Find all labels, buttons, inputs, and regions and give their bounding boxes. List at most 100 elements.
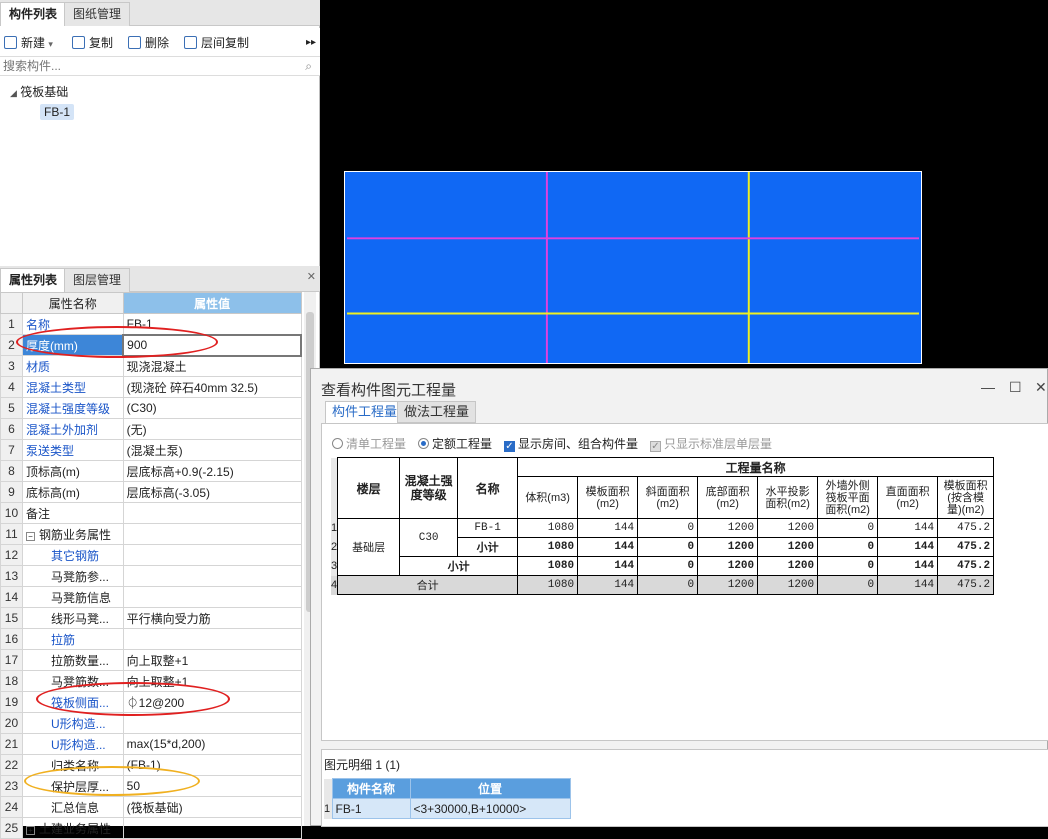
tab-property-list[interactable]: 属性列表 <box>0 268 67 292</box>
table-row[interactable]: 12 其它钢筋 <box>0 544 302 566</box>
expand-icon[interactable]: − <box>25 531 35 541</box>
delete-button[interactable]: 删除 <box>128 34 169 52</box>
property-value[interactable] <box>122 586 302 608</box>
table-row[interactable]: 4 混凝土类型 (现浇砼 碎石40mm 32.5) <box>0 376 302 398</box>
checkbox-show-room[interactable]: ✓ 显示房间、组合构件量 <box>504 435 638 452</box>
table-row[interactable]: 1 基础层 C30 FB-1 1080 144 0 1200 1200 0 144 475.2 <box>331 518 995 576</box>
property-value[interactable] <box>122 817 302 839</box>
search-icon[interactable]: ⌕ <box>305 59 312 74</box>
search-input[interactable] <box>0 57 290 75</box>
table-row[interactable]: 4 合计 1080 144 0 1200 1200 0 144 475.2 <box>331 575 995 595</box>
property-value[interactable] <box>122 628 302 650</box>
tab-component-list[interactable]: 构件列表 <box>0 2 67 26</box>
property-name: − 钢筋业务属性 <box>21 523 124 545</box>
maximize-icon[interactable]: ☐ <box>1009 379 1022 396</box>
header-col-3: 底部面积(m2) <box>697 476 759 519</box>
close-icon[interactable]: ✕ <box>307 270 316 283</box>
cell-value: 1200 <box>697 537 759 557</box>
property-name: 混凝土强度等级 <box>21 397 124 419</box>
cell-value: 144 <box>577 518 639 538</box>
annotation-ellipse-yellow <box>24 766 200 796</box>
row-number: 3 <box>0 355 23 377</box>
row-number: 21 <box>0 733 23 755</box>
component-toolbar: 新建 ▾ 复制 删除 层间复制 ▸▸ <box>0 28 320 56</box>
table-row[interactable]: 10 备注 <box>0 502 302 524</box>
cad-canvas[interactable] <box>344 171 922 364</box>
table-row[interactable]: 14 马凳筋信息 <box>0 586 302 608</box>
table-row[interactable]: 6 混凝土外加剂 (无) <box>0 418 302 440</box>
cell-value: 475.2 <box>937 537 995 557</box>
tab-drawing-management[interactable]: 图纸管理 <box>64 2 131 26</box>
property-value[interactable]: (无) <box>122 418 302 440</box>
property-value[interactable]: 平行横向受力筋 <box>122 607 302 629</box>
tab-layer-management[interactable]: 图层管理 <box>64 268 131 292</box>
copy-icon <box>72 36 85 49</box>
row-number: 14 <box>0 586 23 608</box>
tab-method-quantity[interactable]: 做法工程量 <box>397 401 477 423</box>
property-value[interactable] <box>122 502 302 524</box>
header-property-value: 属性值 <box>122 292 302 314</box>
property-value[interactable]: (C30) <box>122 397 302 419</box>
floor-copy-button[interactable]: 层间复制 <box>184 34 249 52</box>
property-value[interactable]: (筏板基础) <box>122 796 302 818</box>
cell-value: 0 <box>817 537 879 557</box>
table-row[interactable]: 16 拉筋 <box>0 628 302 650</box>
tree-item-fb1[interactable]: FB-1 <box>40 104 75 120</box>
copy-button[interactable]: 复制 <box>72 34 113 52</box>
table-row[interactable]: 17 拉筋数量... 向上取整+1 <box>0 649 302 671</box>
tab-component-quantity[interactable]: 构件工程量 <box>325 401 405 423</box>
row-number: 12 <box>0 544 23 566</box>
cell-value: 0 <box>637 518 699 538</box>
property-name: 混凝土外加剂 <box>21 418 124 440</box>
checkbox-standard-floor[interactable]: ✓ 只显示标准层单层量 <box>650 435 772 452</box>
header-component-name: 构件名称 <box>331 778 411 799</box>
header-property-name: 属性名称 <box>21 292 124 314</box>
property-value[interactable]: 层底标高+0.9(-2.15) <box>122 460 302 482</box>
minimize-icon[interactable]: — <box>981 379 995 395</box>
property-value[interactable]: 层底标高(-3.05) <box>122 481 302 503</box>
radio-quota-quantity[interactable]: 定额工程量 <box>418 435 492 452</box>
table-row[interactable]: 7 泵送类型 (混凝土泵) <box>0 439 302 461</box>
cell-value: 144 <box>877 518 939 538</box>
table-row[interactable]: 3 材质 现浇混凝土 <box>0 355 302 377</box>
cell-value: 144 <box>577 556 639 576</box>
new-button[interactable]: 新建 ▾ <box>4 34 53 52</box>
more-icon[interactable]: ▸▸ <box>306 34 316 52</box>
property-name: + 土建业务属性 <box>21 817 124 839</box>
cell-value: 1080 <box>517 518 579 538</box>
cell-label: 小计 <box>399 556 519 576</box>
property-value[interactable] <box>122 544 302 566</box>
property-value[interactable]: (混凝土泵) <box>122 439 302 461</box>
property-value[interactable]: 现浇混凝土 <box>122 355 302 377</box>
cell-value: 144 <box>877 556 939 576</box>
table-row[interactable]: 3 小计 1080 144 0 1200 1200 0 144 475.2 <box>331 556 995 576</box>
row-number: 15 <box>0 607 23 629</box>
collapse-icon[interactable]: ◢ <box>10 88 17 98</box>
table-row[interactable]: 9 底标高(m) 层底标高(-3.05) <box>0 481 302 503</box>
expand-icon[interactable]: + <box>25 825 35 835</box>
table-row[interactable]: 21 U形构造... max(15*d,200) <box>0 733 302 755</box>
table-row[interactable]: 13 马凳筋参... <box>0 565 302 587</box>
property-value[interactable] <box>122 523 302 545</box>
radio-bill-quantity[interactable]: 清单工程量 <box>332 435 406 452</box>
property-value[interactable]: 向上取整+1 <box>122 649 302 671</box>
property-name: 其它钢筋 <box>21 544 124 566</box>
detail-table: 构件名称 位置 1 FB-1 <3+30000,B+10000> <box>324 778 571 819</box>
property-value[interactable]: (现浇砼 碎石40mm 32.5) <box>122 376 302 398</box>
property-value[interactable] <box>122 565 302 587</box>
table-row[interactable]: 15 线形马凳... 平行横向受力筋 <box>0 607 302 629</box>
tree-root[interactable]: ◢ 筏板基础 <box>10 83 68 100</box>
property-name: U形构造... <box>21 712 124 734</box>
row-number: 18 <box>0 670 23 692</box>
check-icon: ✓ <box>504 441 515 452</box>
table-row[interactable]: 1 FB-1 <3+30000,B+10000> <box>324 798 571 819</box>
close-icon[interactable]: ✕ <box>1035 379 1047 396</box>
table-row[interactable]: 24 汇总信息 (筏板基础) <box>0 796 302 818</box>
property-value[interactable]: max(15*d,200) <box>122 733 302 755</box>
quantity-table: 楼层 混凝土强度等级 名称 工程量名称 体积(m3) 模板面积(m2) 斜面面积(m… <box>331 457 995 595</box>
table-row[interactable]: 11− 钢筋业务属性 <box>0 523 302 545</box>
table-row[interactable]: 25 + 土建业务属性 <box>0 817 302 839</box>
table-row[interactable]: 8 顶标高(m) 层底标高+0.9(-2.15) <box>0 460 302 482</box>
row-number: 9 <box>0 481 23 503</box>
table-row[interactable]: 5 混凝土强度等级 (C30) <box>0 397 302 419</box>
